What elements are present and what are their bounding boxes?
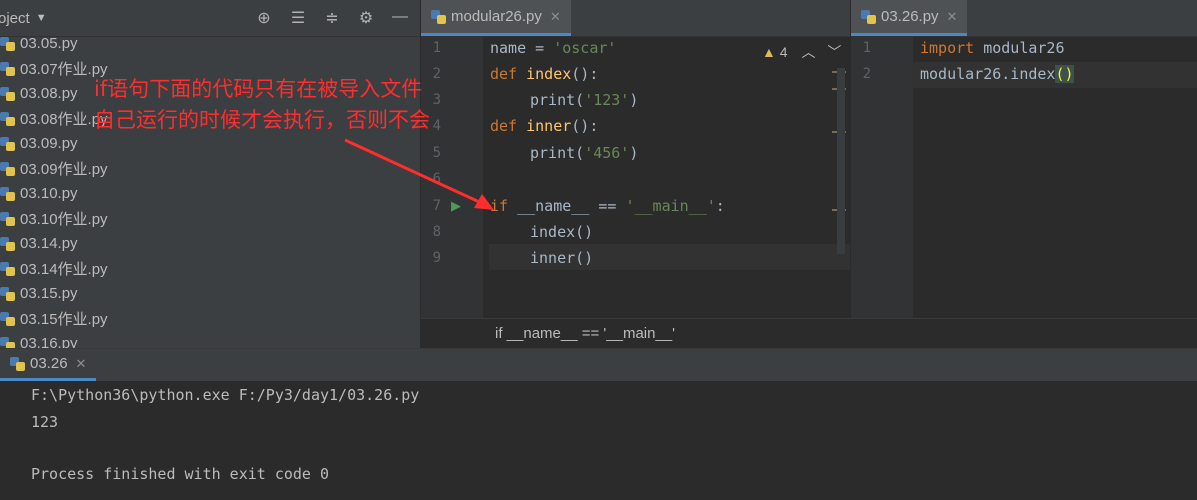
annotation-arrow-icon	[344, 138, 494, 210]
